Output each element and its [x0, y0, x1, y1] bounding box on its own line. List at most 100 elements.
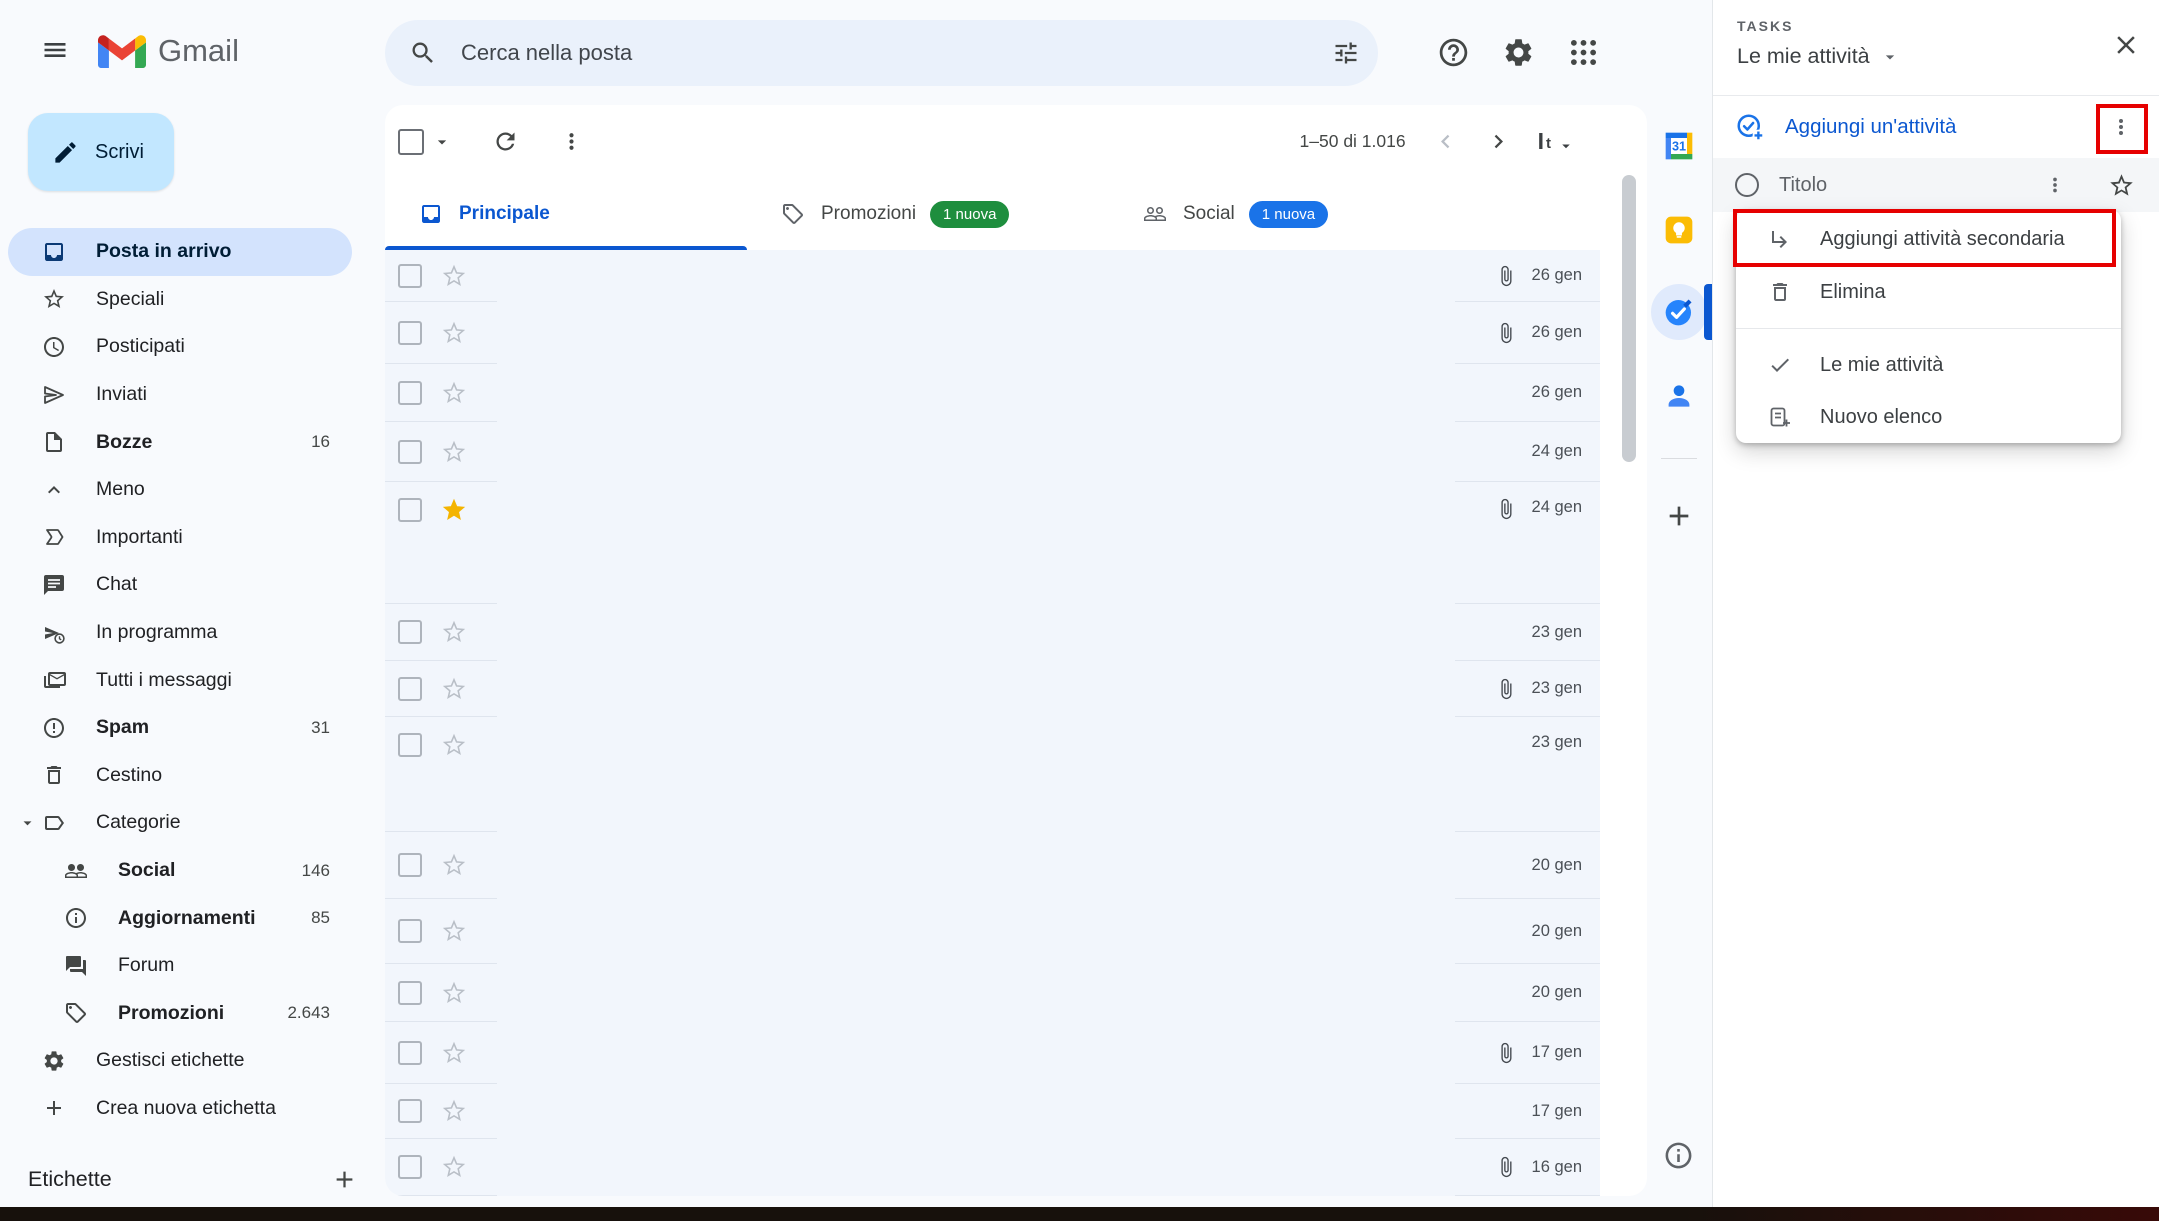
star-icon[interactable]	[442, 981, 466, 1005]
star-icon[interactable]	[442, 853, 466, 877]
sidebar-item-categorie[interactable]: Categorie	[8, 799, 352, 847]
email-row[interactable]: 20 gen	[385, 899, 1600, 964]
email-row[interactable]: 20 gen	[385, 832, 1600, 899]
search-bar[interactable]	[385, 20, 1378, 86]
sidebar-item-posticipati[interactable]: Posticipati	[8, 323, 352, 371]
new-task-row[interactable]: Titolo	[1713, 158, 2159, 212]
compose-button[interactable]: Scrivi	[28, 113, 174, 191]
sidebar-item-cestino[interactable]: Cestino	[8, 752, 352, 800]
email-checkbox[interactable]	[398, 1099, 422, 1123]
info-icon[interactable]	[1663, 1140, 1695, 1172]
sidebar-item-speciali[interactable]: Speciali	[8, 276, 352, 324]
menu-item-nuovo-elenco[interactable]: Nuovo elenco	[1736, 391, 2121, 443]
more-options-icon[interactable]	[559, 129, 584, 154]
google-apps-grid-icon[interactable]	[1567, 36, 1600, 69]
email-checkbox[interactable]	[398, 981, 422, 1005]
sidebar-item-inviati[interactable]: Inviati	[8, 371, 352, 419]
email-checkbox[interactable]	[398, 1155, 422, 1179]
tab-promozioni[interactable]: Promozioni 1 nuova	[747, 178, 1109, 250]
star-icon[interactable]	[442, 381, 466, 405]
task-list-selector[interactable]: Le mie attività	[1737, 44, 2159, 69]
email-checkbox[interactable]	[398, 264, 422, 288]
star-icon[interactable]	[442, 264, 466, 288]
email-checkbox[interactable]	[398, 733, 422, 757]
refresh-icon[interactable]	[492, 128, 519, 155]
keep-icon[interactable]	[1663, 214, 1695, 246]
email-row[interactable]: 17 gen	[385, 1084, 1600, 1139]
sidebar-item-social[interactable]: Social 146	[8, 847, 352, 895]
star-icon[interactable]	[442, 919, 466, 943]
email-checkbox[interactable]	[398, 919, 422, 943]
email-row[interactable]: 26 gen	[385, 364, 1600, 422]
tasks-icon[interactable]	[1663, 296, 1695, 328]
star-icon[interactable]	[442, 440, 466, 464]
star-icon[interactable]	[442, 677, 466, 701]
newer-page-chevron-icon[interactable]	[1432, 128, 1459, 155]
email-row[interactable]: 23 gen	[385, 661, 1600, 717]
select-dropdown-caret-icon[interactable]	[432, 132, 452, 152]
select-all-checkbox[interactable]	[398, 129, 424, 155]
email-checkbox[interactable]	[398, 620, 422, 644]
tab-social[interactable]: Social 1 nuova	[1109, 178, 1471, 250]
expander-arrow-icon[interactable]	[18, 813, 37, 832]
contacts-icon[interactable]	[1663, 380, 1695, 412]
email-row[interactable]: 23 gen	[385, 717, 1600, 832]
email-checkbox[interactable]	[398, 1041, 422, 1065]
task-complete-circle[interactable]	[1735, 173, 1759, 197]
search-input[interactable]	[459, 39, 1332, 67]
email-checkbox[interactable]	[398, 381, 422, 405]
task-more-icon[interactable]	[2044, 174, 2066, 196]
sidebar-item-posta-in-arrivo[interactable]: Posta in arrivo	[8, 228, 352, 276]
sidebar-item-meno[interactable]: Meno	[8, 466, 352, 514]
older-page-chevron-icon[interactable]	[1485, 128, 1512, 155]
create-label-plus-icon[interactable]	[331, 1166, 358, 1193]
list-options-more-icon[interactable]	[2109, 115, 2133, 139]
star-icon[interactable]	[442, 321, 466, 345]
email-row[interactable]: 26 gen	[385, 250, 1600, 302]
star-icon[interactable]	[442, 498, 466, 522]
star-icon[interactable]	[442, 1155, 466, 1179]
search-filters-icon[interactable]	[1332, 39, 1360, 67]
sidebar-item-importanti[interactable]: Importanti	[8, 514, 352, 562]
calendar-icon[interactable]: 31	[1663, 130, 1695, 162]
help-icon[interactable]	[1437, 36, 1470, 69]
search-icon[interactable]	[409, 39, 437, 67]
email-row[interactable]: 16 gen	[385, 1139, 1600, 1196]
list-scrollbar[interactable]	[1622, 175, 1636, 462]
sidebar-item-promozioni[interactable]: Promozioni 2.643	[8, 990, 352, 1038]
email-checkbox[interactable]	[398, 677, 422, 701]
email-checkbox[interactable]	[398, 853, 422, 877]
hamburger-menu-icon[interactable]	[38, 36, 72, 64]
email-checkbox[interactable]	[398, 440, 422, 464]
sidebar-item-tutti-i-messaggi[interactable]: Tutti i messaggi	[8, 656, 352, 704]
sidebar-item-spam[interactable]: Spam 31	[8, 704, 352, 752]
email-row[interactable]: 23 gen	[385, 604, 1600, 661]
get-addons-plus-icon[interactable]	[1663, 500, 1695, 532]
sidebar-item-bozze[interactable]: Bozze 16	[8, 418, 352, 466]
close-icon[interactable]	[2111, 30, 2141, 60]
menu-item-elimina[interactable]: Elimina	[1736, 266, 2121, 318]
tab-principale[interactable]: Principale	[385, 178, 747, 250]
email-row[interactable]: 24 gen	[385, 422, 1600, 482]
star-icon[interactable]	[442, 1099, 466, 1123]
email-checkbox[interactable]	[398, 498, 422, 522]
menu-item-le-mie-attivit[interactable]: Le mie attività	[1736, 339, 2121, 391]
sidebar-item-in-programma[interactable]: In programma	[8, 609, 352, 657]
settings-gear-icon[interactable]	[1502, 36, 1535, 69]
email-checkbox[interactable]	[398, 321, 422, 345]
sidebar-item-chat[interactable]: Chat	[8, 561, 352, 609]
sidebar-item-gestisci-etichette[interactable]: Gestisci etichette	[8, 1037, 352, 1085]
menu-item-aggiungi-attivit-secondaria[interactable]: Aggiungi attività secondaria	[1736, 212, 2121, 266]
sidebar-item-aggiornamenti[interactable]: Aggiornamenti 85	[8, 894, 352, 942]
email-row[interactable]: 26 gen	[385, 302, 1600, 364]
star-icon[interactable]	[442, 1041, 466, 1065]
sidebar-item-forum[interactable]: Forum	[8, 942, 352, 990]
task-star-icon[interactable]	[2108, 172, 2135, 199]
add-task-button[interactable]: Aggiungi un'attività	[1713, 96, 2159, 158]
email-row[interactable]: 17 gen	[385, 1022, 1600, 1084]
star-icon[interactable]	[442, 733, 466, 757]
star-icon[interactable]	[442, 620, 466, 644]
email-row[interactable]: 20 gen	[385, 964, 1600, 1022]
email-row[interactable]: 24 gen	[385, 482, 1600, 604]
sidebar-item-crea-nuova-etichetta[interactable]: Crea nuova etichetta	[8, 1085, 352, 1133]
